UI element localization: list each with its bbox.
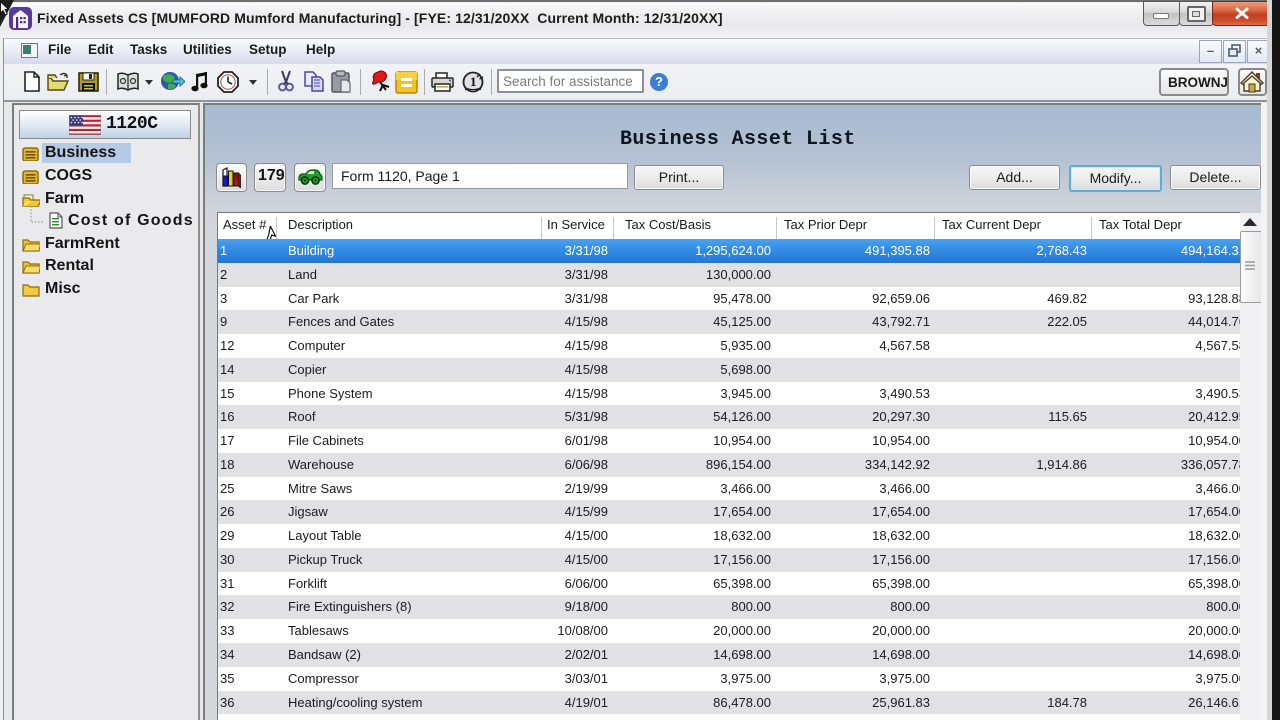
svg-text:1: 1 <box>470 74 477 89</box>
